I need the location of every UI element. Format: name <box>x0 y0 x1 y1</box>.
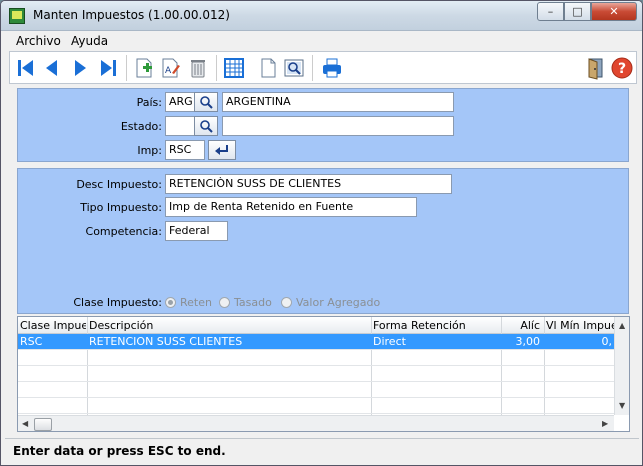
tipo-impuesto-label: Tipo Impuesto: <box>80 201 162 214</box>
col-alic[interactable]: Alíc <box>502 319 540 332</box>
imp-field[interactable]: RSC <box>165 140 205 160</box>
radio-reten-label: Reten <box>180 296 212 309</box>
tipo-impuesto-field[interactable]: Imp de Renta Retenido en Fuente <box>165 197 417 217</box>
enter-button[interactable] <box>208 140 236 160</box>
scroll-up-icon[interactable]: ▲ <box>619 321 625 330</box>
col-descripcion[interactable]: Descripción <box>89 319 369 332</box>
title-bar[interactable]: Manten Impuestos (1.00.00.012) – □ ✕ <box>1 1 642 31</box>
pais-label: País: <box>136 96 162 109</box>
radio-reten[interactable] <box>165 297 176 308</box>
radio-tasado[interactable] <box>219 297 230 308</box>
desc-impuesto-field[interactable]: RETENCIÒN SUSS DE CLIENTES <box>165 174 452 194</box>
print-icon[interactable] <box>320 56 344 80</box>
table-row[interactable] <box>18 382 614 398</box>
impuestos-grid[interactable]: Clase Impuesto Descripción Forma Retenci… <box>17 316 630 432</box>
toolbar-separator <box>216 55 217 81</box>
help-icon[interactable]: ? <box>610 56 634 80</box>
delete-record-icon[interactable] <box>186 56 210 80</box>
window-title: Manten Impuestos (1.00.00.012) <box>33 8 230 22</box>
preview-icon[interactable] <box>282 56 306 80</box>
next-record-icon[interactable] <box>68 56 92 80</box>
first-record-icon[interactable] <box>14 56 38 80</box>
document-icon[interactable] <box>256 56 280 80</box>
table-row[interactable] <box>18 366 614 382</box>
add-record-icon[interactable] <box>132 56 156 80</box>
search-icon <box>200 96 213 109</box>
pais-search-button[interactable] <box>194 92 218 112</box>
table-row[interactable]: RSC RETENCION SUSS CLIENTES Direct 3,00 … <box>18 334 614 350</box>
toolbar-separator <box>126 55 127 81</box>
radio-valor-agregado[interactable] <box>281 297 292 308</box>
app-icon <box>9 8 25 24</box>
help-glyph: ? <box>618 61 626 77</box>
toolbar: A ? <box>9 51 637 84</box>
imp-label: Imp: <box>137 144 162 157</box>
horizontal-scroll-thumb[interactable] <box>34 418 52 431</box>
clase-impuesto-label: Clase Impuesto: <box>73 296 162 309</box>
table-row[interactable] <box>18 398 614 414</box>
table-row[interactable] <box>18 350 614 366</box>
search-icon <box>200 120 213 133</box>
exit-door-icon[interactable] <box>584 56 608 80</box>
menu-archivo[interactable]: Archivo <box>16 34 61 48</box>
radio-tasado-label: Tasado <box>234 296 272 309</box>
pais-name-field[interactable]: ARGENTINA <box>222 92 454 112</box>
grid-view-icon[interactable] <box>222 56 246 80</box>
minimize-button[interactable]: – <box>537 2 564 21</box>
cell-descripcion: RETENCION SUSS CLIENTES <box>89 335 243 348</box>
filter-panel: País: ARG ARGENTINA Estado: Imp: RSC <box>17 88 629 162</box>
scroll-left-icon[interactable]: ◀ <box>22 419 28 428</box>
status-message: Enter data or press ESC to end. <box>13 444 226 458</box>
scroll-down-icon[interactable]: ▼ <box>619 401 625 410</box>
scroll-right-icon[interactable]: ▶ <box>602 419 608 428</box>
col-vl-min-impuesto[interactable]: Vl Mín Impuesto <box>546 319 614 332</box>
horizontal-scrollbar[interactable]: ◀ ▶ <box>18 415 614 431</box>
status-bar: Enter data or press ESC to end. <box>5 438 639 462</box>
cell-alic: 3,00 <box>515 335 541 348</box>
app-window: Manten Impuestos (1.00.00.012) – □ ✕ Arc… <box>0 0 643 466</box>
toolbar-separator <box>312 55 313 81</box>
competencia-label: Competencia: <box>85 225 162 238</box>
vertical-scrollbar[interactable]: ▲ ▼ <box>614 317 629 415</box>
menu-ayuda[interactable]: Ayuda <box>71 34 108 48</box>
grid-header: Clase Impuesto Descripción Forma Retenci… <box>18 317 629 334</box>
svg-text:A: A <box>165 66 172 76</box>
estado-search-button[interactable] <box>194 116 218 136</box>
estado-label: Estado: <box>120 120 162 133</box>
radio-valor-agregado-label: Valor Agregado <box>296 296 381 309</box>
estado-name-field[interactable] <box>222 116 454 136</box>
cell-vlmin: 0, <box>601 335 613 348</box>
edit-record-icon[interactable]: A <box>158 56 182 80</box>
enter-arrow-icon <box>215 145 228 155</box>
detail-panel: Desc Impuesto: RETENCIÒN SUSS DE CLIENTE… <box>17 168 629 314</box>
col-clase-impuesto[interactable]: Clase Impuesto <box>20 319 86 332</box>
last-record-icon[interactable] <box>96 56 120 80</box>
previous-record-icon[interactable] <box>40 56 64 80</box>
cell-forma: Direct <box>373 335 406 348</box>
cell-clase: RSC <box>20 335 43 348</box>
maximize-button[interactable]: □ <box>564 2 591 21</box>
menu-bar: Archivo Ayuda <box>5 32 639 50</box>
col-forma-retencion[interactable]: Forma Retención <box>373 319 499 332</box>
desc-impuesto-label: Desc Impuesto: <box>76 178 162 191</box>
competencia-field[interactable]: Federal <box>165 221 228 241</box>
close-button[interactable]: ✕ <box>591 2 637 21</box>
